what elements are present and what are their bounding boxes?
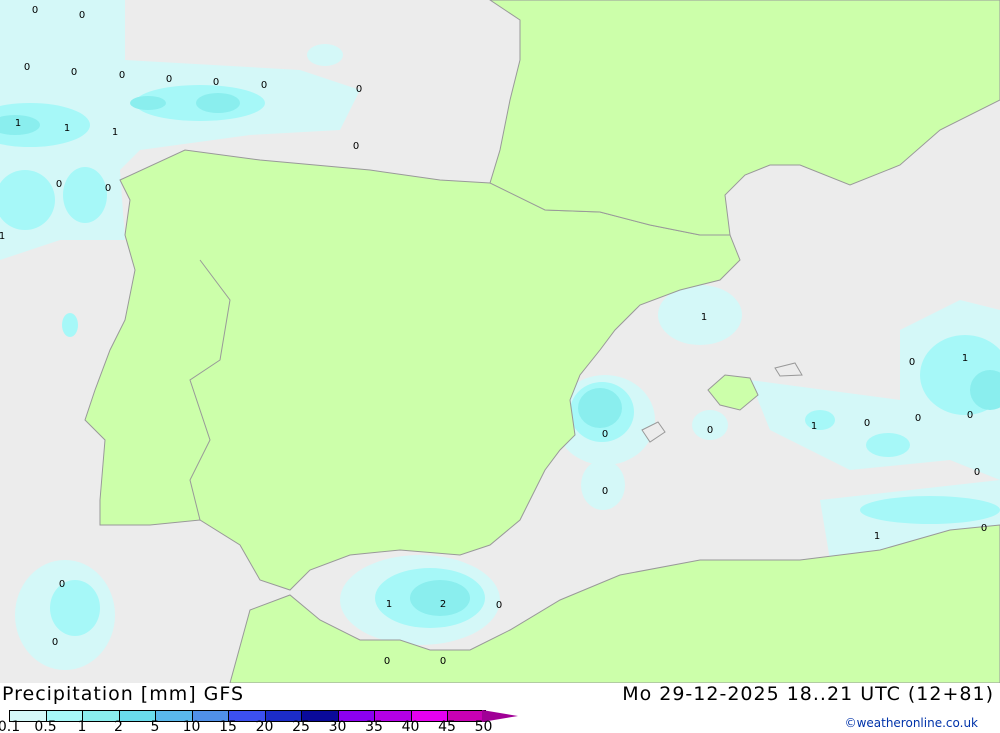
contour-label: 1 [701,312,707,323]
scale-tick: 0.5 [34,719,57,733]
weather-map-view: 000000000111000110100100000100120000 Pre… [0,0,1000,733]
contour-label: 1 [0,231,5,242]
scale-tick: 10 [182,719,201,733]
scale-tick: 50 [474,719,493,733]
scale-tick: 20 [255,719,274,733]
contour-label: 1 [811,421,817,432]
scale-tick: 2 [114,719,123,733]
scale-tick: 45 [438,719,456,733]
contour-label: 0 [915,413,921,424]
credit-link[interactable]: ©weatheronline.co.uk [845,716,978,730]
contour-label: 0 [119,70,125,81]
contour-label: 0 [909,357,915,368]
contour-label: 0 [967,410,973,421]
contour-label: 0 [79,10,85,21]
contour-label: 1 [15,118,21,129]
scale-tick: 15 [219,719,237,733]
valid-time: Mo 29-12-2025 18..21 UTC (12+81) [622,683,994,705]
contour-label: 0 [356,84,362,95]
scale-tick: 35 [365,719,383,733]
contour-label: 1 [874,531,880,542]
scale-tick: 0.1 [0,719,21,733]
contour-label: 0 [353,141,359,152]
contour-label: 0 [864,418,870,429]
contour-label: 0 [384,656,390,667]
contour-label: 0 [71,67,77,78]
contour-label: 0 [440,656,446,667]
contour-label: 0 [213,77,219,88]
contour-label: 1 [386,599,392,610]
contour-label: 0 [166,74,172,85]
contour-label: 0 [105,183,111,194]
contour-label: 0 [32,5,38,16]
contour-label: 1 [112,127,118,138]
contour-label: 0 [981,523,987,534]
legend-footer: Precipitation [mm] GFS Mo 29-12-2025 18.… [0,683,1000,733]
contour-label: 0 [602,429,608,440]
scale-tick: 1 [77,719,87,733]
contour-label: 0 [56,179,62,190]
contour-label: 0 [52,637,58,648]
contour-label: 1 [962,353,968,364]
contour-label: 0 [496,600,502,611]
precipitation-map[interactable]: 0 0 0 0 0 0 0 0 0 1 1 1 0 0 0 1 1 0 1 0 0 1 0 0 0 0 0 1 0 0 1 2 0 0 0 0 [0,0,1000,683]
contour-label: 0 [261,80,267,91]
contour-label: 0 [59,579,65,590]
contour-label: 0 [24,62,30,73]
scale-tick: 5 [150,719,160,733]
contour-label: 1 [64,123,70,134]
contour-label: 2 [440,599,446,610]
map-title: Precipitation [mm] GFS [2,683,245,705]
contour-label: 0 [707,425,713,436]
contour-label: 0 [602,486,608,497]
scale-tick: 30 [328,719,347,733]
scale-tick: 25 [292,719,310,733]
contour-label: 0 [974,467,980,478]
scale-tick: 40 [401,719,420,733]
